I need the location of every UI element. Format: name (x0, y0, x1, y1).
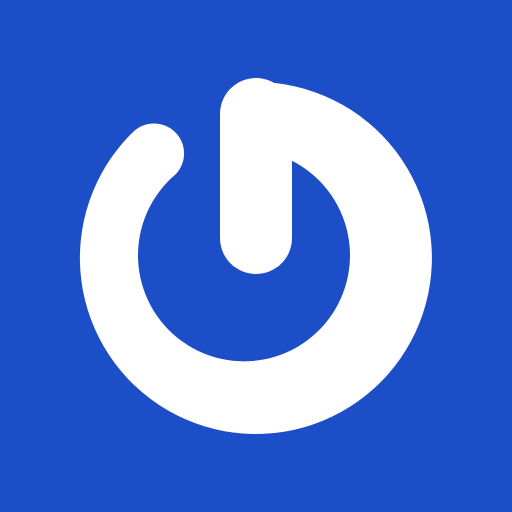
power-icon-stem (220, 78, 292, 274)
power-icon (0, 0, 512, 512)
app-icon-canvas (0, 0, 512, 512)
